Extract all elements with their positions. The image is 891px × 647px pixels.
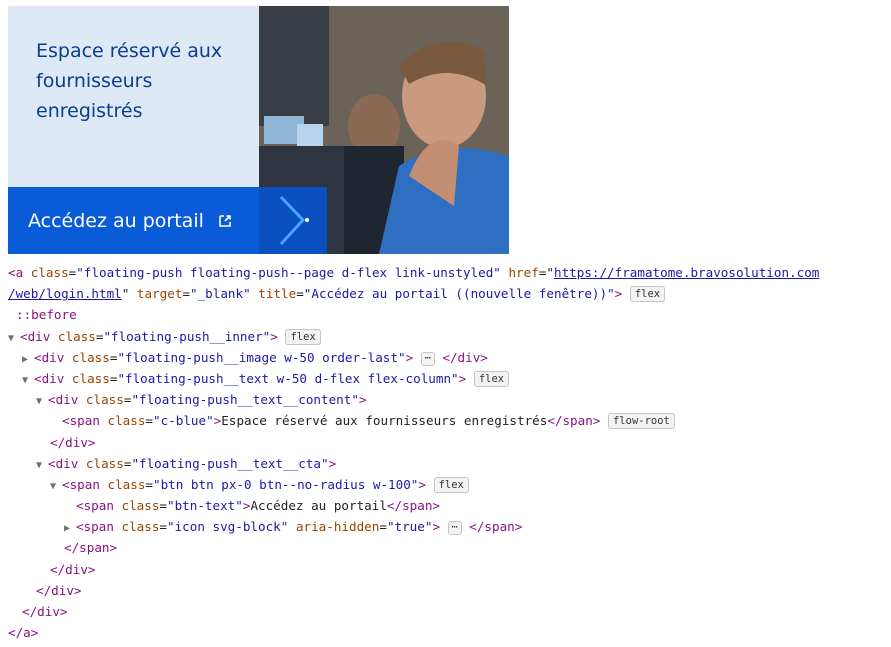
expand-triangle-icon[interactable]: ▼ xyxy=(36,391,48,412)
flex-badge[interactable]: flex xyxy=(473,370,510,387)
portal-cta-button[interactable]: Accédez au portail xyxy=(8,187,259,254)
collapse-triangle-icon[interactable]: ▶ xyxy=(22,349,34,370)
floating-push-link[interactable]: Espace réservé aux fournisseurs enregist… xyxy=(8,6,509,254)
dom-line-content-close[interactable]: </div> xyxy=(8,432,888,453)
collapse-triangle-icon[interactable]: ▶ xyxy=(64,518,76,539)
dom-line-a-open[interactable]: <a class="floating-push floating-push--p… xyxy=(8,262,888,283)
expand-triangle-icon[interactable]: ▼ xyxy=(22,370,34,391)
dom-line-span[interactable]: <span class="c-blue">Espace réservé aux … xyxy=(8,410,888,431)
cta-label: Accédez au portail xyxy=(28,209,204,232)
dom-line-a-open-cont[interactable]: /web/login.html" target="_blank" title="… xyxy=(8,283,888,304)
expand-triangle-icon[interactable]: ▼ xyxy=(8,328,20,349)
dom-line-cta[interactable]: ▼ <div class="floating-push__text__cta"> xyxy=(8,453,888,474)
dom-line-btntext[interactable]: <span class="btn-text">Accédez au portai… xyxy=(8,495,888,516)
dom-line-text[interactable]: ▼ <div class="floating-push__text w-50 d-… xyxy=(8,368,888,389)
floating-push-content: Espace réservé aux fournisseurs enregist… xyxy=(8,6,259,187)
expand-triangle-icon[interactable]: ▼ xyxy=(50,476,62,497)
chevron-right-icon xyxy=(279,195,309,246)
floating-push-title: Espace réservé aux fournisseurs enregist… xyxy=(36,40,223,122)
floating-push-text: Espace réservé aux fournisseurs enregist… xyxy=(8,6,259,254)
dom-line-a-close[interactable]: </a> xyxy=(8,622,888,643)
dom-line-icon[interactable]: ▶ <span class="icon svg-block" aria-hidde… xyxy=(8,516,888,537)
external-link-icon xyxy=(219,214,231,227)
href-link-cont[interactable]: /web/login.html xyxy=(8,286,122,301)
dom-line-image[interactable]: ▶ <div class="floating-push__image w-50 o… xyxy=(8,347,888,368)
dom-line-btn[interactable]: ▼ <span class="btn btn px-0 btn--no-radiu… xyxy=(8,474,888,495)
devtools-elements-panel: <a class="floating-push floating-push--p… xyxy=(8,262,888,643)
flex-badge[interactable]: flex xyxy=(433,476,469,493)
dom-line-cta-close[interactable]: </div> xyxy=(8,559,888,580)
ellipsis-icon[interactable]: ⋯ xyxy=(420,351,435,366)
href-link[interactable]: https://framatome.bravosolution.com xyxy=(554,265,819,280)
flow-root-badge[interactable]: flow-root xyxy=(607,413,675,430)
dom-line-inner[interactable]: ▼ <div class="floating-push__inner"> flex xyxy=(8,326,888,347)
dom-line-before[interactable]: ::before xyxy=(8,304,888,325)
dom-line-content[interactable]: ▼ <div class="floating-push__text__conten… xyxy=(8,389,888,410)
expand-triangle-icon[interactable]: ▼ xyxy=(36,455,48,476)
cta-arrow-box[interactable] xyxy=(259,187,327,254)
flex-badge[interactable]: flex xyxy=(629,286,666,303)
ellipsis-icon[interactable]: ⋯ xyxy=(447,521,462,536)
dom-line-inner-close[interactable]: </div> xyxy=(8,601,888,622)
dom-line-text-close[interactable]: </div> xyxy=(8,580,888,601)
flex-badge[interactable]: flex xyxy=(285,328,321,345)
floating-push-image xyxy=(259,6,509,254)
dom-line-btn-close[interactable]: </span> xyxy=(8,537,888,558)
